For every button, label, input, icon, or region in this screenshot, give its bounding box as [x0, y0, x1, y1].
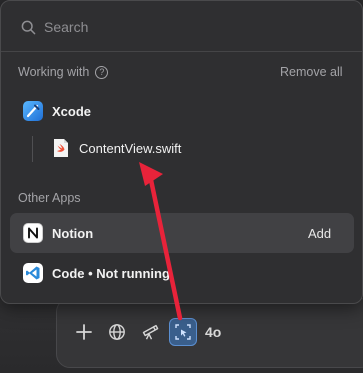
composer-toolbar: 4o: [70, 318, 221, 346]
add-notion-button[interactable]: Add: [308, 226, 331, 241]
work-with-apps-popover: Search Working with ? Remove all Xcode C…: [0, 0, 363, 304]
add-button[interactable]: [70, 318, 98, 346]
info-icon[interactable]: ?: [95, 65, 109, 79]
search-field[interactable]: Search: [21, 17, 88, 37]
divider: [1, 51, 362, 52]
search-icon: [21, 20, 36, 34]
remove-all-button[interactable]: Remove all: [280, 65, 343, 79]
work-with-apps-button[interactable]: [169, 318, 197, 346]
notion-icon: [23, 223, 43, 243]
tree-connector: [32, 136, 33, 162]
research-button[interactable]: [136, 318, 164, 346]
swift-file-icon: [54, 139, 68, 157]
vscode-icon: [23, 263, 43, 283]
model-selector[interactable]: 4o: [205, 324, 221, 340]
working-file-contentview[interactable]: ContentView.swift: [53, 138, 181, 158]
working-app-xcode[interactable]: Xcode: [23, 101, 91, 121]
xcode-icon: [23, 101, 43, 121]
globe-icon: [109, 324, 125, 340]
other-app-vscode[interactable]: Code • Not running: [23, 263, 170, 283]
notion-label: Notion: [52, 225, 94, 241]
xcode-label: Xcode: [52, 103, 92, 119]
vscode-label: Code • Not running: [52, 265, 170, 281]
working-with-heading: Working with ?: [18, 65, 109, 79]
screen-select-icon: [175, 324, 191, 340]
telescope-icon: [142, 324, 159, 340]
other-apps-heading: Other Apps: [18, 191, 81, 205]
working-with-label: Working with: [18, 65, 90, 79]
notion-row-content: Notion: [23, 223, 93, 243]
search-placeholder: Search: [44, 19, 89, 35]
plus-icon: [76, 324, 92, 340]
web-search-button[interactable]: [103, 318, 131, 346]
contentview-label: ContentView.swift: [79, 140, 182, 156]
